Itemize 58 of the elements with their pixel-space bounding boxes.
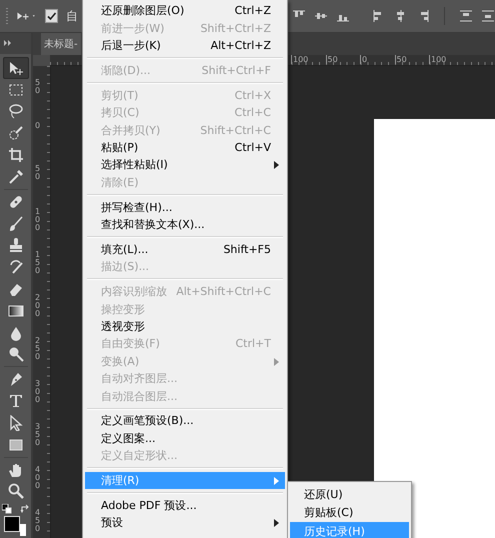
menu-item[interactable]: 填充(L)... Shift+F5 bbox=[85, 240, 285, 258]
menu-item[interactable]: 历史记录(H) bbox=[290, 522, 409, 538]
eyedropper-icon bbox=[8, 168, 24, 185]
default-colors-icon[interactable] bbox=[2, 504, 12, 514]
ruler-label: 200 bbox=[35, 294, 41, 318]
menu-item[interactable]: 拼写检查(H)... bbox=[85, 198, 285, 216]
menu-item[interactable]: 透视变形 bbox=[85, 318, 285, 336]
history-brush-icon bbox=[8, 259, 24, 276]
grip-icon bbox=[6, 8, 8, 24]
menu-item[interactable]: 预设 bbox=[85, 514, 285, 532]
ruler-label: 0 bbox=[35, 122, 41, 130]
foreground-color-swatch[interactable] bbox=[4, 516, 20, 532]
ruler-label: 450 bbox=[35, 509, 41, 533]
ruler-label: 250 bbox=[35, 337, 41, 361]
menu-item[interactable]: 剪贴板(C) bbox=[290, 504, 409, 522]
zoom-icon bbox=[8, 483, 24, 500]
crop-icon bbox=[8, 147, 24, 164]
hand-icon bbox=[8, 462, 24, 478]
collapse-icon[interactable] bbox=[4, 40, 12, 46]
menu-item[interactable]: 粘贴(P) Ctrl+V bbox=[85, 138, 285, 156]
document-tab[interactable]: 未标题- bbox=[41, 33, 81, 55]
distribute-icon[interactable] bbox=[459, 9, 473, 23]
swap-colors-icon[interactable] bbox=[20, 504, 30, 514]
lasso-icon bbox=[8, 103, 24, 120]
menu-item[interactable]: Adobe PDF 预设... bbox=[85, 496, 285, 514]
ruler-label: 50 bbox=[35, 79, 41, 95]
ruler-label: 350 bbox=[35, 423, 41, 447]
menu-item[interactable]: 定义图案... bbox=[85, 430, 285, 447]
move-tool[interactable] bbox=[2, 56, 28, 79]
ruler-label: 50 bbox=[326, 55, 338, 64]
stamp-icon bbox=[8, 237, 24, 254]
menu-item[interactable]: 后退一步(K) Alt+Ctrl+Z bbox=[85, 36, 285, 54]
ruler-label: 300 bbox=[35, 380, 41, 404]
ruler-label: 0 bbox=[360, 55, 368, 64]
ruler-label: 100 bbox=[429, 55, 446, 64]
auto-select-label: 自 bbox=[66, 8, 78, 24]
ruler-label: 100 bbox=[35, 208, 41, 232]
brush-icon bbox=[8, 216, 24, 232]
marquee-icon bbox=[8, 82, 24, 98]
rectangle-icon bbox=[8, 436, 24, 453]
type-icon bbox=[8, 393, 24, 410]
ruler-label: 400 bbox=[35, 466, 41, 490]
move-icon bbox=[8, 60, 24, 76]
ruler-label: 150 bbox=[35, 251, 41, 275]
quick-select-icon bbox=[8, 125, 24, 142]
menu-item[interactable]: 还原删除图层(O) Ctrl+Z bbox=[85, 2, 285, 20]
menu-item[interactable]: 还原(U) bbox=[290, 485, 409, 504]
menu-item[interactable]: 查找和替换文本(X)... bbox=[85, 216, 285, 234]
menu-item[interactable]: 清理(R) bbox=[85, 472, 285, 490]
distribute-icon[interactable] bbox=[481, 9, 495, 23]
ruler-label: 100 bbox=[291, 55, 308, 64]
ruler-label: 50 bbox=[35, 165, 41, 181]
menu-item[interactable]: 定义画笔预设(B)... bbox=[85, 412, 285, 430]
arrow-pointer-icon bbox=[8, 414, 24, 431]
menu-item[interactable]: 选择性粘贴(I) bbox=[85, 156, 285, 174]
auto-select-checkbox[interactable] bbox=[45, 9, 58, 23]
ruler-label: 50 bbox=[394, 55, 407, 64]
gradient-icon bbox=[8, 302, 24, 319]
